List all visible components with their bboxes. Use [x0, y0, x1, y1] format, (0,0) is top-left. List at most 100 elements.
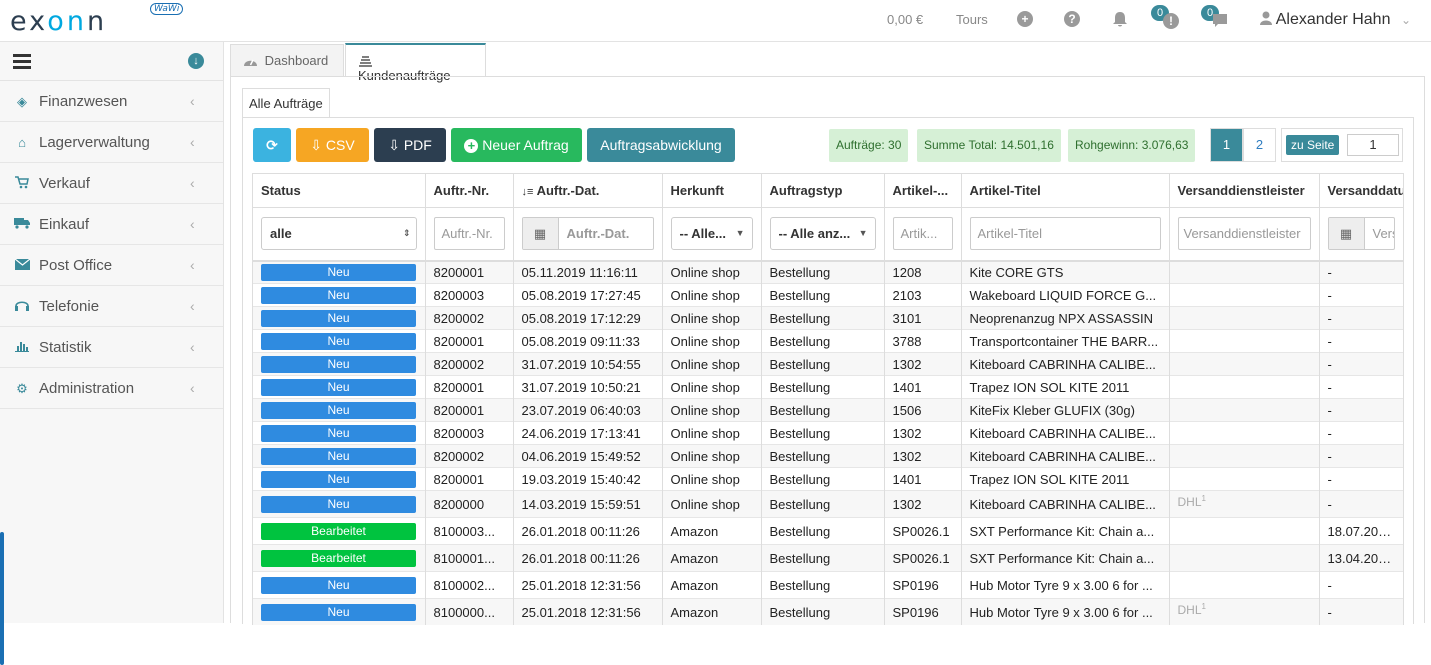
origin-cell: Online shop	[662, 260, 762, 284]
goto-page-input[interactable]: 1	[1347, 134, 1399, 156]
order-nr-cell: 8100002...	[425, 571, 514, 599]
balance-display[interactable]: 0,00 €	[887, 12, 923, 27]
tours-link[interactable]: Tours	[956, 12, 988, 27]
sidebar-item-administration[interactable]: ⚙ Administration ‹	[0, 368, 223, 409]
logo[interactable]: exonn WaWi	[10, 3, 184, 37]
order-date-cell: 31.07.2019 10:50:21	[513, 375, 663, 399]
goto-page-button[interactable]: zu Seite	[1286, 135, 1340, 155]
download-icon[interactable]: ↓	[188, 53, 204, 69]
table-row[interactable]: Neu 8200000 14.03.2019 15:59:51 Online shop…	[253, 490, 1404, 518]
table-row[interactable]: Neu 8200001 05.08.2019 09:11:33 Online shop…	[253, 329, 1404, 353]
shipping-provider-label: DHL1	[1178, 494, 1206, 509]
bell-icon[interactable]	[1112, 11, 1128, 31]
origin-cell: Amazon	[662, 517, 762, 545]
table-row[interactable]: Neu 8200001 05.11.2019 11:16:11 Online shop…	[253, 260, 1404, 284]
refresh-button[interactable]: ⟳	[253, 128, 291, 162]
col-order-nr[interactable]: Auftr.-Nr.	[425, 173, 514, 208]
table-row[interactable]: Neu 8100000... 25.01.2018 12:31:56 Amazon Be…	[253, 598, 1404, 625]
order-nr-filter[interactable]: Auftr.-Nr.	[433, 217, 505, 251]
order-nr-cell: 8200001	[425, 329, 514, 353]
shipping-provider-cell	[1169, 398, 1320, 422]
tab-alle-auftraege[interactable]: Alle Aufträge	[242, 88, 330, 117]
table-row[interactable]: Neu 8200003 24.06.2019 17:13:41 Online shop…	[253, 421, 1404, 445]
shipping-provider-text: DHL	[1177, 603, 1202, 617]
col-order-date[interactable]: ↓≡ Auftr.-Dat.	[513, 173, 663, 208]
status-cell: Neu	[253, 444, 426, 468]
table-row[interactable]: Neu 8200003 05.08.2019 17:27:45 Online shop…	[253, 283, 1404, 307]
status-cell: Neu	[253, 306, 426, 330]
new-order-button[interactable]: + Neuer Auftrag	[451, 128, 582, 162]
origin-filter[interactable]: -- Alle... ▼	[670, 217, 753, 251]
status-cell: Neu	[253, 598, 426, 625]
origin-cell: Online shop	[662, 329, 762, 353]
sidebar-item-label: Statistik	[39, 339, 92, 356]
bar-chart-icon	[13, 340, 31, 354]
shipping-provider-filter[interactable]: Versanddienstleister	[1177, 217, 1311, 251]
article-nr-filter[interactable]: Artik...	[892, 217, 953, 251]
page-2-button[interactable]: 2	[1243, 128, 1276, 162]
order-date-filter[interactable]: ▦ Auftr.-Dat.	[521, 217, 654, 251]
cart-icon	[13, 176, 31, 190]
table-row[interactable]: Neu 8200002 31.07.2019 10:54:55 Online shop…	[253, 352, 1404, 376]
sidebar-item-finanzwesen[interactable]: ◈ Finanzwesen ‹	[0, 81, 223, 122]
sidebar-item-verkauf[interactable]: Verkauf ‹	[0, 163, 223, 204]
table-row[interactable]: Neu 8200001 19.03.2019 15:40:42 Online shop…	[253, 467, 1404, 491]
chat-icon[interactable]	[1212, 13, 1228, 31]
table-row[interactable]: Neu 8200002 05.08.2019 17:12:29 Online shop…	[253, 306, 1404, 330]
table-row[interactable]: Neu 8200002 04.06.2019 15:49:52 Online shop…	[253, 444, 1404, 468]
order-processing-button[interactable]: Auftragsabwicklung	[587, 128, 735, 162]
table-row[interactable]: Neu 8200001 23.07.2019 06:40:03 Online shop…	[253, 398, 1404, 422]
article-title-cell: Kiteboard CABRINHA CALIBE...	[961, 352, 1170, 376]
new-order-label: Neuer Auftrag	[482, 137, 569, 153]
csv-button[interactable]: ⇩ CSV	[296, 128, 369, 162]
page-1-button[interactable]: 1	[1210, 128, 1243, 162]
order-type-cell: Bestellung	[761, 398, 885, 422]
status-badge: Neu	[261, 378, 416, 396]
user-menu[interactable]: Alexander Hahn ⌄	[1260, 11, 1411, 29]
col-article-title[interactable]: Artikel-Titel	[961, 173, 1170, 208]
col-article-nr[interactable]: Artikel-...	[884, 173, 962, 208]
pdf-button[interactable]: ⇩ PDF	[374, 128, 446, 162]
shipping-provider-cell	[1169, 375, 1320, 399]
article-title-cell: Hub Motor Tyre 9 x 3.00 6 for ...	[961, 571, 1170, 599]
refresh-icon: ⟳	[266, 137, 278, 153]
sidebar-item-post-office[interactable]: Post Office ‹	[0, 245, 223, 286]
plus-icon[interactable]: +	[1017, 11, 1033, 27]
shipping-date-filter[interactable]: ▦ Versa	[1327, 217, 1395, 251]
article-title-cell: SXT Performance Kit: Chain a...	[961, 544, 1170, 572]
table-row[interactable]: Bearbeitet 8100003... 26.01.2018 00:11:26 A…	[253, 517, 1404, 545]
col-origin[interactable]: Herkunft	[662, 173, 762, 208]
filter-row: alle ⇕ Auftr.-Nr. ▦ Auftr.-Dat. -- Alle..…	[253, 207, 1404, 262]
status-filter[interactable]: alle ⇕	[261, 217, 417, 251]
sidebar-item-einkauf[interactable]: Einkauf ‹	[0, 204, 223, 245]
col-shipping-provider[interactable]: Versanddienstleister	[1169, 173, 1320, 208]
sidebar-item-telefonie[interactable]: Telefonie ‹	[0, 286, 223, 327]
table-row[interactable]: Neu 8200001 31.07.2019 10:50:21 Online shop…	[253, 375, 1404, 399]
status-badge: Neu	[261, 332, 416, 350]
col-status[interactable]: Status	[253, 173, 426, 208]
sidebar-item-statistik[interactable]: Statistik ‹	[0, 327, 223, 368]
tab-kundenauftraege[interactable]: Kundenaufträge	[345, 43, 486, 83]
sidebar-item-lagerverwaltung[interactable]: ⌂ Lagerverwaltung ‹	[0, 122, 223, 163]
sidebar-resize-handle[interactable]	[0, 532, 4, 665]
article-title-filter[interactable]: Artikel-Titel	[969, 217, 1161, 251]
order-date-cell: 26.01.2018 00:11:26	[513, 517, 663, 545]
table-row[interactable]: Neu 8100002... 25.01.2018 12:31:56 Amazon Be…	[253, 571, 1404, 599]
shipping-count: 1	[1201, 494, 1206, 503]
help-icon[interactable]: ?	[1064, 11, 1080, 27]
tab-dashboard[interactable]: Dashboard	[230, 44, 344, 77]
table-row[interactable]: Bearbeitet 8100001... 26.01.2018 00:11:26 A…	[253, 544, 1404, 572]
chevron-left-icon: ‹	[190, 134, 195, 150]
article-title-cell: Hub Motor Tyre 9 x 3.00 6 for ...	[961, 598, 1170, 625]
order-nr-cell: 8200002	[425, 352, 514, 376]
chevron-left-icon: ‹	[190, 216, 195, 232]
status-badge: Bearbeitet	[261, 549, 416, 567]
alert-icon[interactable]: !	[1163, 13, 1179, 29]
hamburger-icon[interactable]	[13, 54, 31, 72]
col-order-type[interactable]: Auftragstyp	[761, 173, 885, 208]
shipping-date-cell: 18.07.2018 1	[1319, 517, 1404, 545]
download-icon: ⇩	[310, 137, 323, 153]
order-type-filter[interactable]: -- Alle anz... ▼	[769, 217, 876, 251]
envelope-icon	[13, 258, 31, 272]
col-shipping-date[interactable]: Versanddatu	[1319, 173, 1404, 208]
